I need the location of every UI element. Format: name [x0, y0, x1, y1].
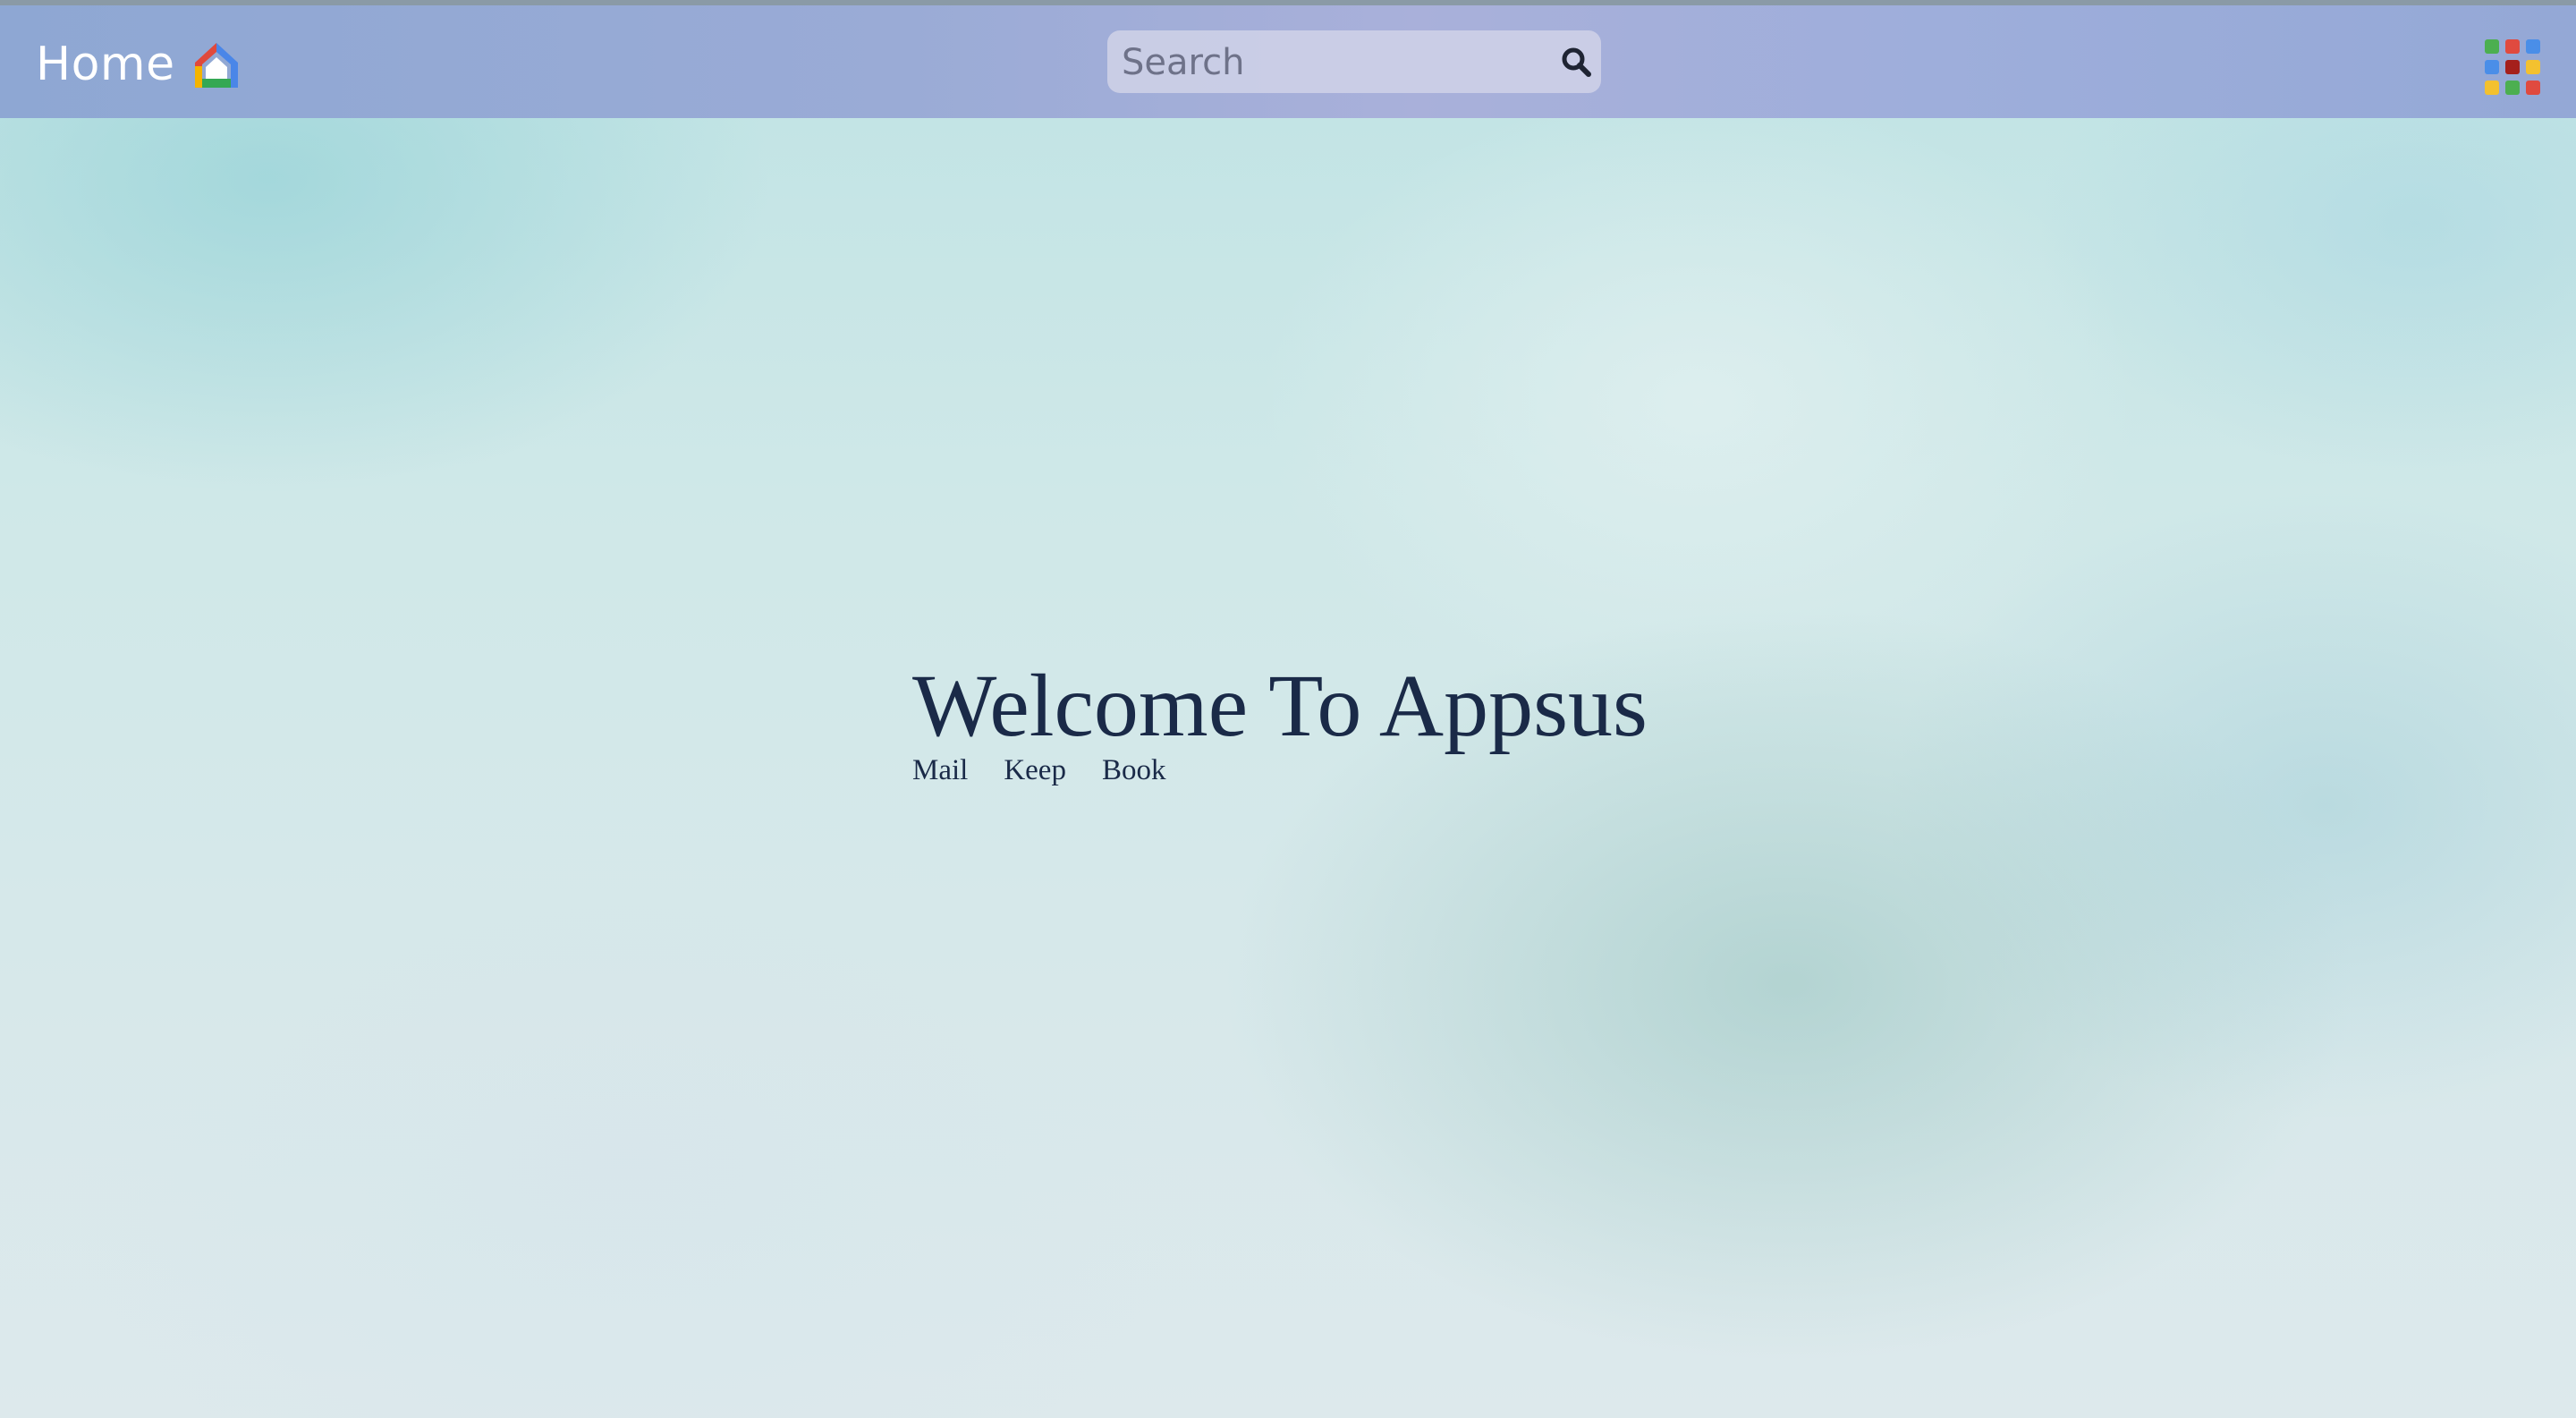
app-links-nav: Mail Keep Book	[912, 754, 1648, 787]
apps-grid-square	[2485, 60, 2499, 74]
apps-grid-square	[2505, 39, 2520, 54]
search-bar	[1107, 30, 1601, 95]
apps-grid-square	[2526, 60, 2540, 74]
book-link[interactable]: Book	[1102, 754, 1166, 787]
page-title: Welcome To Appsus	[912, 656, 1648, 755]
apps-grid-icon[interactable]	[2485, 39, 2540, 95]
apps-grid-square	[2505, 81, 2520, 95]
apps-grid-square	[2505, 60, 2520, 74]
apps-grid-square	[2526, 81, 2540, 95]
apps-grid-square	[2485, 39, 2499, 54]
search-input[interactable]	[1120, 30, 1544, 95]
search-icon[interactable]	[1560, 46, 1592, 78]
app-header: Home	[0, 5, 2576, 118]
apps-grid-square	[2485, 81, 2499, 95]
welcome-section: Welcome To Appsus Mail Keep Book	[912, 658, 1648, 787]
mail-link[interactable]: Mail	[912, 754, 968, 787]
header-title: Home	[36, 38, 175, 91]
home-icon	[194, 43, 238, 88]
keep-link[interactable]: Keep	[1004, 754, 1066, 787]
home-link[interactable]: Home	[36, 38, 242, 91]
apps-grid-square	[2526, 39, 2540, 54]
